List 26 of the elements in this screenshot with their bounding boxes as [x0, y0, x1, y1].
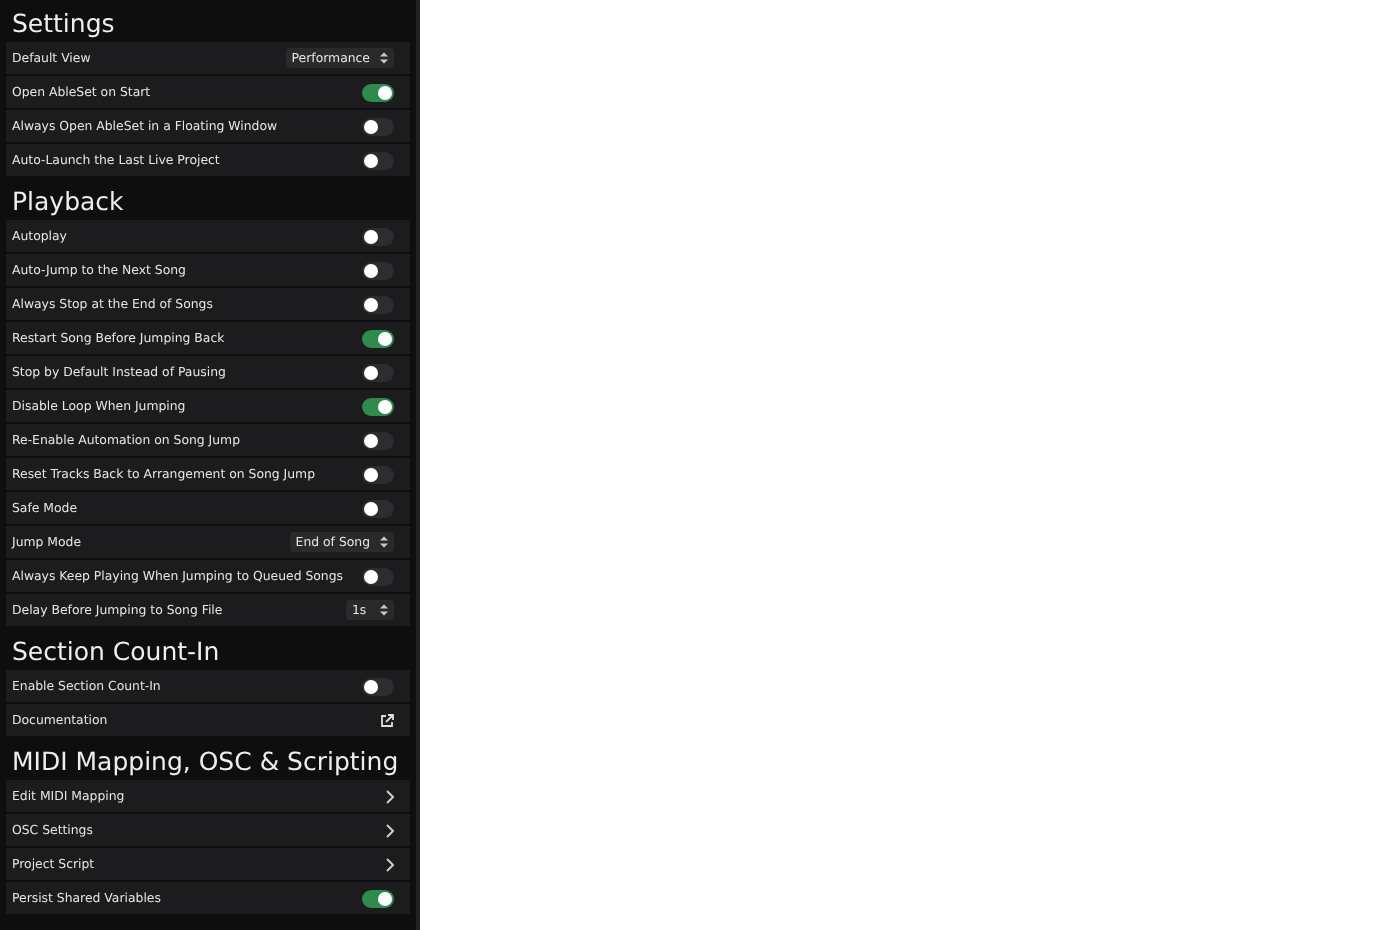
toggle-switch[interactable]: [362, 431, 394, 449]
updown-icon: [380, 536, 388, 548]
toggle-switch[interactable]: [362, 677, 394, 695]
section-title: Section Count-In: [10, 634, 222, 670]
toggle-switch[interactable]: [362, 117, 394, 135]
toggle-switch[interactable]: [362, 329, 394, 347]
chevron-right-icon[interactable]: [386, 789, 394, 803]
toggle-switch[interactable]: [362, 227, 394, 245]
toggle-switch[interactable]: [362, 295, 394, 313]
toggle-switch[interactable]: [362, 151, 394, 169]
toggle-switch[interactable]: [362, 889, 394, 907]
toggle-switch[interactable]: [362, 567, 394, 585]
toggle-switch[interactable]: [362, 83, 394, 101]
external-link-icon[interactable]: [380, 713, 394, 727]
chevron-right-icon[interactable]: [386, 823, 394, 837]
updown-icon: [380, 604, 388, 616]
section-title: Playback: [10, 184, 126, 220]
toggle-switch[interactable]: [362, 465, 394, 483]
updown-icon: [380, 52, 388, 64]
toggle-switch[interactable]: [362, 261, 394, 279]
toggle-switch[interactable]: [362, 499, 394, 517]
section-title: Settings: [10, 6, 117, 42]
toggle-switch[interactable]: [362, 397, 394, 415]
section-title: MIDI Mapping, OSC & Scripting: [10, 744, 401, 780]
toggle-switch[interactable]: [362, 363, 394, 381]
chevron-right-icon[interactable]: [386, 857, 394, 871]
